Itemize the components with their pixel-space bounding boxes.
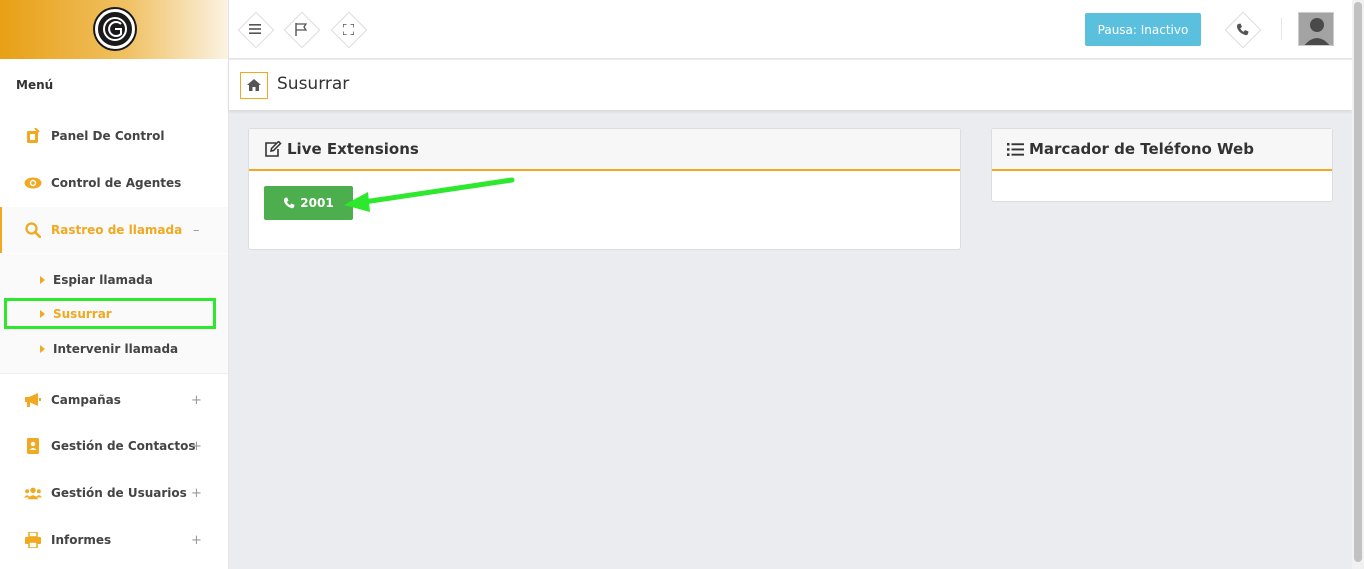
- phone-icon: [1226, 13, 1258, 45]
- expand-toggle[interactable]: +: [191, 439, 202, 454]
- caret-right-icon: [40, 276, 45, 284]
- nav-item-label: Gestión de Contactos: [51, 439, 196, 453]
- nav-item-label: Gestión de Usuarios: [51, 486, 187, 500]
- caret-right-icon: [40, 345, 45, 353]
- scrollbar-thumb[interactable]: [1354, 2, 1362, 562]
- sidebar: Menú Panel De Control Control de Agentes…: [0, 0, 229, 569]
- tablet-icon: [24, 127, 42, 145]
- user-avatar[interactable]: [1298, 12, 1334, 46]
- annotation-highlight-box: [4, 298, 216, 329]
- nav-item-label: Rastreo de llamada: [51, 223, 183, 237]
- phone-icon: [284, 197, 295, 209]
- nav-item-gestion-de-usuarios[interactable]: Gestión de Usuarios +: [0, 470, 228, 516]
- topbar: Pausa: Inactivo: [229, 0, 1352, 59]
- eye-icon: [24, 174, 42, 192]
- list-icon: [1007, 142, 1024, 156]
- phone-button[interactable]: [1226, 13, 1258, 45]
- nav-item-gestion-de-contactos[interactable]: Gestión de Contactos +: [0, 423, 228, 469]
- nav-item-label: Campañas: [51, 393, 121, 407]
- subitem-intervenir-llamada[interactable]: Intervenir llamada: [0, 334, 228, 364]
- bullhorn-icon: [24, 391, 42, 409]
- expand-icon: [332, 13, 364, 45]
- panel-header: Live Extensions: [249, 129, 960, 171]
- page-header: Susurrar: [229, 60, 1352, 110]
- collapse-toggle[interactable]: –: [193, 223, 200, 238]
- page-title: Susurrar: [277, 74, 350, 94]
- logo-area[interactable]: [0, 0, 228, 59]
- menu-toggle-button[interactable]: [239, 13, 271, 45]
- address-book-icon: [24, 437, 42, 455]
- panel-title: Live Extensions: [287, 140, 419, 158]
- annotation-arrow: [344, 177, 515, 212]
- pausa-status-button[interactable]: Pausa: Inactivo: [1085, 13, 1201, 46]
- panel-header: Marcador de Teléfono Web: [992, 129, 1332, 171]
- nav-item-panel-de-control[interactable]: Panel De Control: [0, 113, 228, 159]
- vertical-scrollbar[interactable]: [1352, 0, 1364, 569]
- flag-icon: [285, 13, 317, 45]
- print-icon: [24, 531, 42, 549]
- menu-title: Menú: [16, 78, 54, 92]
- nav-item-control-de-agentes[interactable]: Control de Agentes: [0, 160, 228, 206]
- subitem-espiar-llamada[interactable]: Espiar llamada: [0, 265, 228, 295]
- search-icon: [24, 221, 42, 239]
- logo-icon: [95, 9, 135, 49]
- expand-toggle[interactable]: +: [191, 393, 202, 408]
- marcador-telefono-panel: Marcador de Teléfono Web: [991, 128, 1333, 202]
- nav-item-rastreo-de-llamada[interactable]: Rastreo de llamada –: [0, 207, 228, 253]
- nav-item-label: Informes: [51, 533, 112, 547]
- home-button[interactable]: [240, 72, 268, 99]
- nav-item-informes[interactable]: Informes +: [0, 517, 228, 563]
- nav-item-label: Control de Agentes: [51, 176, 182, 190]
- nav-item-campanas[interactable]: Campañas +: [0, 377, 228, 423]
- expand-toggle[interactable]: +: [191, 486, 202, 501]
- flag-button[interactable]: [285, 13, 317, 45]
- edit-icon: [264, 141, 282, 157]
- divider: [1281, 18, 1282, 40]
- home-icon: [247, 76, 261, 95]
- subitem-label: Espiar llamada: [53, 273, 153, 287]
- subitem-label: Intervenir llamada: [53, 342, 179, 356]
- hamburger-icon: [239, 13, 271, 45]
- fullscreen-button[interactable]: [332, 13, 364, 45]
- extension-label: 2001: [300, 196, 334, 210]
- users-icon: [24, 484, 42, 502]
- panel-title: Marcador de Teléfono Web: [1029, 140, 1254, 158]
- expand-toggle[interactable]: +: [191, 533, 202, 548]
- nav-item-label: Panel De Control: [51, 129, 165, 143]
